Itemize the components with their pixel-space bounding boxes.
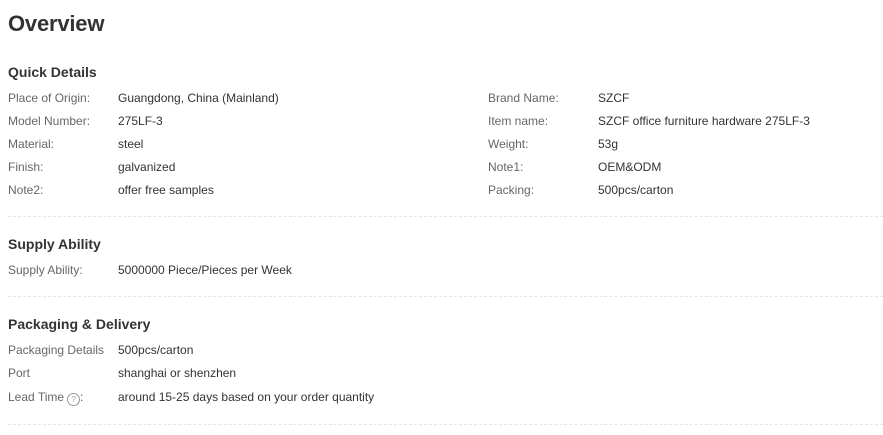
detail-label: Material: <box>8 137 55 151</box>
detail-label: Place of Origin: <box>8 91 91 105</box>
detail-label: Item name: <box>488 114 549 128</box>
detail-label: Model Number: <box>8 114 91 128</box>
detail-value: SZCF office furniture hardware 275LF-3 <box>598 114 810 128</box>
detail-value: 500pcs/carton <box>118 343 194 357</box>
section-divider <box>8 216 883 217</box>
detail-value: galvanized <box>118 160 176 174</box>
detail-value: 275LF-3 <box>118 114 163 128</box>
detail-value: OEM&ODM <box>598 160 662 174</box>
detail-value: shanghai or shenzhen <box>118 366 237 380</box>
detail-label: Supply Ability: <box>8 263 83 277</box>
quick-details-heading: Quick Details <box>8 64 97 80</box>
supply-ability-heading: Supply Ability <box>8 236 101 252</box>
packaging-delivery-heading: Packaging & Delivery <box>8 316 151 332</box>
detail-label: Packing: <box>488 183 535 197</box>
detail-value: 500pcs/carton <box>598 183 674 197</box>
section-divider <box>8 296 883 297</box>
detail-label: Weight: <box>488 137 529 151</box>
detail-label: Lead Time?: <box>8 389 83 406</box>
detail-value: offer free samples <box>118 183 214 197</box>
lead-time-suffix: : <box>80 390 84 404</box>
detail-value: 53g <box>598 137 619 151</box>
help-icon[interactable]: ? <box>67 393 81 406</box>
detail-value: steel <box>118 137 144 151</box>
detail-label: Packaging Details <box>8 343 105 357</box>
page-title: Overview <box>8 11 105 36</box>
detail-value: around 15-25 days based on your order qu… <box>118 390 375 404</box>
detail-label: Brand Name: <box>488 91 559 105</box>
detail-label: Note2: <box>8 183 44 197</box>
lead-time-label: Lead Time <box>8 390 65 404</box>
detail-value: Guangdong, China (Mainland) <box>118 91 279 105</box>
section-divider <box>8 424 883 425</box>
detail-label: Note1: <box>488 160 524 174</box>
detail-value: 5000000 Piece/Pieces per Week <box>118 263 292 277</box>
detail-value: SZCF <box>598 91 630 105</box>
detail-label: Finish: <box>8 160 44 174</box>
detail-label: Port <box>8 366 31 380</box>
